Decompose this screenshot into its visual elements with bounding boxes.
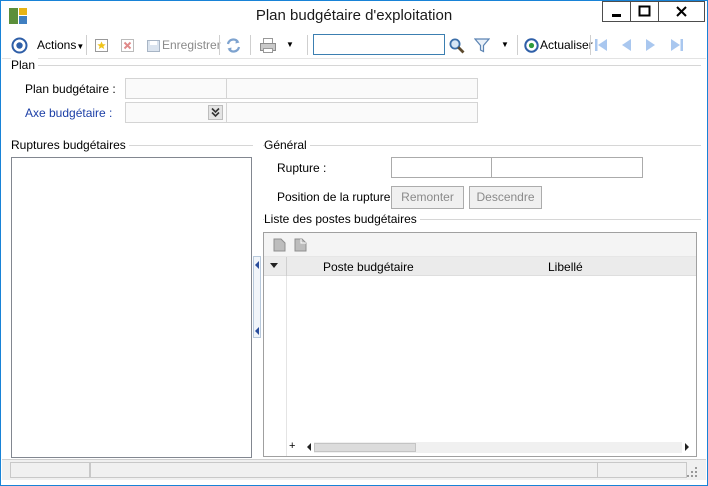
status-cell-2 xyxy=(90,462,598,478)
plan-group-line xyxy=(11,65,701,66)
minimize-icon xyxy=(612,14,621,17)
move-down-button-label: Descendre xyxy=(476,190,535,204)
grid-toolbar xyxy=(264,233,696,257)
record-icon[interactable] xyxy=(11,37,28,54)
column-header-poste[interactable]: Poste budgétaire xyxy=(323,260,414,274)
add-row-button[interactable]: + xyxy=(289,440,295,452)
filter-dropdown-icon[interactable]: ▼ xyxy=(501,35,509,55)
close-button[interactable] xyxy=(658,1,705,22)
status-cell-3 xyxy=(597,462,687,478)
axe-budgetaire-label: Axe budgétaire : xyxy=(25,106,113,120)
axe-code-field[interactable] xyxy=(125,102,227,123)
search-icon[interactable] xyxy=(448,37,466,54)
axe-description-field[interactable] xyxy=(226,102,478,123)
ruptures-list[interactable] xyxy=(11,157,252,458)
refresh-button[interactable]: Actualiser xyxy=(540,35,593,55)
plan-budgetaire-label: Plan budgétaire : xyxy=(25,82,116,96)
status-cell-1 xyxy=(10,462,90,478)
scroll-right-icon[interactable] xyxy=(684,443,690,451)
toolbar-separator xyxy=(219,35,220,55)
refresh-icon xyxy=(524,38,539,53)
scroll-left-icon[interactable] xyxy=(306,443,312,451)
previous-record-icon[interactable] xyxy=(618,37,634,53)
save-button-label: Enregistrer xyxy=(162,38,221,52)
horizontal-scrollbar-track[interactable] xyxy=(314,442,682,453)
move-up-button[interactable]: Remonter xyxy=(391,186,464,209)
search-input[interactable] xyxy=(314,35,444,54)
toolbar-separator xyxy=(590,35,591,55)
next-record-icon[interactable] xyxy=(643,37,659,53)
toolbar-separator xyxy=(86,35,87,55)
print-icon[interactable] xyxy=(259,37,277,54)
rupture-field-2[interactable] xyxy=(491,157,643,178)
collapse-left-icon xyxy=(255,327,259,335)
actions-menu-label: Actions xyxy=(37,38,77,52)
edit-document-icon[interactable] xyxy=(294,238,307,252)
title-bar[interactable]: Plan budgétaire d'exploitation xyxy=(1,1,707,31)
double-chevron-down-icon[interactable] xyxy=(208,105,223,120)
grid-header-divider xyxy=(286,257,287,276)
refresh-button-label: Actualiser xyxy=(540,38,593,52)
grid-header: Poste budgétaire Libellé xyxy=(264,257,696,276)
filter-icon[interactable] xyxy=(474,37,490,54)
collapse-left-icon xyxy=(255,261,259,269)
position-rupture-label: Position de la rupture : xyxy=(277,190,398,204)
main-window: Plan budgétaire d'exploitation Actions▼ xyxy=(0,0,708,486)
plan-description-field[interactable] xyxy=(226,78,478,99)
row-selector-icon[interactable] xyxy=(270,263,278,269)
horizontal-scrollbar-thumb[interactable] xyxy=(314,443,416,452)
save-icon xyxy=(147,40,160,52)
rupture-label: Rupture : xyxy=(277,161,327,175)
first-record-icon[interactable] xyxy=(593,37,609,53)
maximize-icon xyxy=(638,5,651,17)
resize-grip-icon[interactable] xyxy=(686,466,698,478)
new-document-icon[interactable] xyxy=(273,238,286,252)
dropdown-arrow-icon: ▼ xyxy=(76,42,85,51)
status-bar xyxy=(2,459,706,480)
postes-group-label: Liste des postes budgétaires xyxy=(264,212,420,226)
postes-grid[interactable]: Poste budgétaire Libellé + xyxy=(263,232,697,457)
plan-group-label: Plan xyxy=(11,58,39,72)
print-dropdown-icon[interactable]: ▼ xyxy=(286,35,294,55)
actions-menu[interactable]: Actions▼ xyxy=(37,35,84,55)
sync-icon[interactable] xyxy=(225,37,242,54)
general-group-label: Général xyxy=(264,138,310,152)
toolbar-separator xyxy=(250,35,251,55)
rupture-field-1[interactable] xyxy=(391,157,492,178)
maximize-button[interactable] xyxy=(630,1,659,22)
ruptures-group-label: Ruptures budgétaires xyxy=(11,138,129,152)
new-icon[interactable] xyxy=(94,38,109,53)
search-field[interactable] xyxy=(313,34,445,55)
save-button[interactable]: Enregistrer xyxy=(162,35,221,55)
column-header-libelle[interactable]: Libellé xyxy=(548,260,583,274)
close-icon xyxy=(676,6,687,17)
toolbar-separator xyxy=(517,35,518,55)
plan-code-field[interactable] xyxy=(125,78,227,99)
toolbar-separator xyxy=(307,35,308,55)
move-up-button-label: Remonter xyxy=(401,190,454,204)
general-group-line xyxy=(263,145,701,146)
last-record-icon[interactable] xyxy=(669,37,685,53)
minimize-button[interactable] xyxy=(602,1,631,22)
move-down-button[interactable]: Descendre xyxy=(469,186,542,209)
grid-row-header-border xyxy=(286,276,287,456)
panel-splitter[interactable] xyxy=(253,256,261,338)
delete-icon[interactable] xyxy=(120,38,135,53)
